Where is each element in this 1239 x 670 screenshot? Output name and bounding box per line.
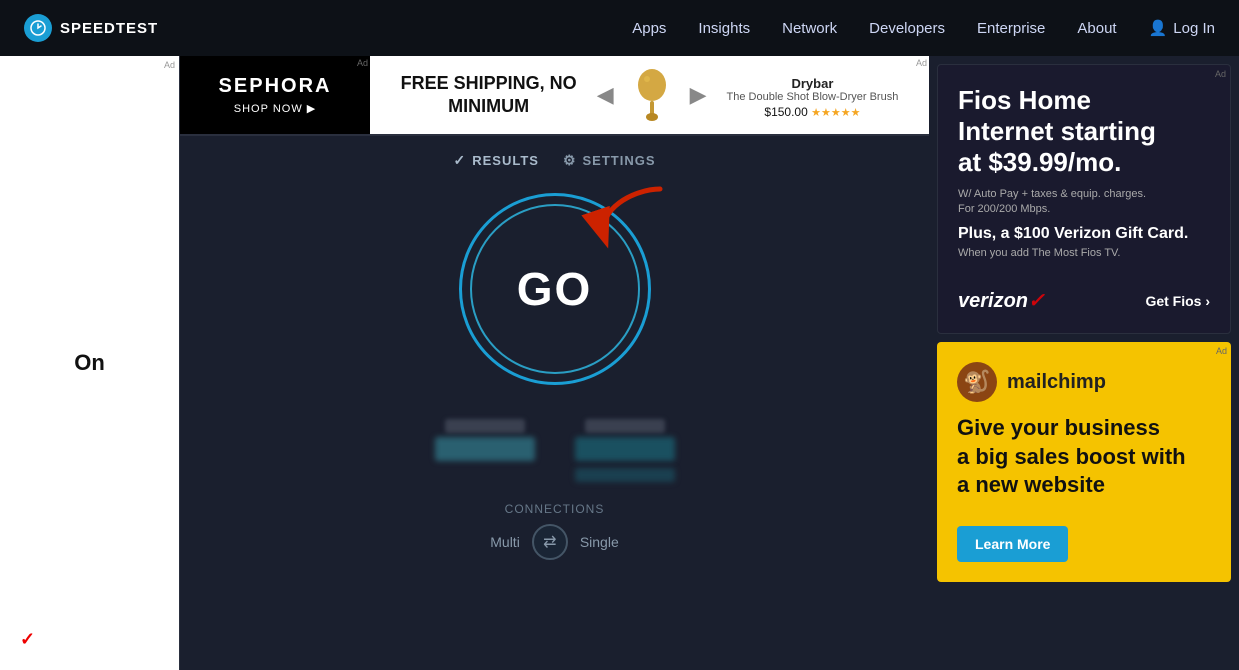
tab-settings[interactable]: ⚙ SETTINGS [563,152,656,169]
verizon-ad-label: Ad [1215,69,1226,79]
learn-more-button[interactable]: Learn More [957,526,1068,562]
sephora-subtitle: SHOP NOW ▶ [234,102,316,115]
mailchimp-monkey-icon: 🐒 [957,362,997,402]
verizon-gift: Plus, a $100 Verizon Gift Card. [958,225,1210,243]
stat-label-2 [585,419,665,433]
settings-icon: ⚙ [563,152,577,169]
toggle-button[interactable]: ⇄ [532,524,568,560]
login-button[interactable]: 👤 Log In [1149,19,1215,37]
verizon-check-area: ✓ [20,629,35,650]
stat-label-1 [445,419,525,433]
connections-label: Connections [505,502,605,516]
stat-value-2b [575,468,675,482]
single-label: Single [580,534,619,550]
nav-item-apps[interactable]: Apps [632,20,666,37]
nav-item-insights[interactable]: Insights [698,20,750,37]
nav-item-about[interactable]: About [1077,20,1116,37]
left-ad-panel: Ad On ✓ [0,56,180,670]
verizon-logo: verizon✓ [958,288,1045,313]
user-icon: 👤 [1149,19,1168,37]
login-label: Log In [1173,20,1215,37]
verizon-sub: W/ Auto Pay + taxes & equip. charges.For… [958,187,1210,218]
top-ads-banner: Ad SEPHORA SHOP NOW ▶ Ad FREE SHIPPING, … [180,56,929,136]
results-icon: ✓ [453,152,466,169]
hairdryer-image [634,65,670,125]
drybar-product-info: Drybar The Double Shot Blow-Dryer Brush … [727,72,899,119]
tab-results[interactable]: ✓ RESULTS [453,152,538,169]
right-ad-panel: Ad Fios HomeInternet startingat $39.99/m… [929,56,1239,670]
connections-area: Connections Multi ⇄ Single [490,502,618,560]
stat-value-2 [575,437,675,461]
multi-label: Multi [490,534,520,550]
drybar-product-desc: The Double Shot Blow-Dryer Brush [727,91,899,103]
tabs: ✓ RESULTS ⚙ SETTINGS [453,152,655,169]
drybar-shipping-text: FREE SHIPPING, NOMINIMUM [401,72,577,119]
layout: Ad On ✓ Ad SEPHORA SHOP NOW ▶ Ad FREE SH… [0,56,1239,670]
verizon-headline: Fios HomeInternet startingat $39.99/mo. [958,85,1210,179]
mailchimp-headline: Give your businessa big sales boost with… [957,414,1211,500]
connections-toggle: Multi ⇄ Single [490,524,618,560]
toggle-lines-icon: ⇄ [543,532,556,552]
logo-text: SPEEDTEST [60,20,158,37]
verizon-gift-sub: When you add The Most Fios TV. [958,247,1210,259]
stat-block-1 [435,419,535,482]
header: SPEEDTEST Apps Insights Network Develope… [0,0,1239,56]
mailchimp-brand-name: mailchimp [1007,371,1106,394]
sephora-ad: Ad SEPHORA SHOP NOW ▶ [180,56,370,134]
nav-item-network[interactable]: Network [782,20,837,37]
speedtest-logo-icon [24,14,52,42]
drybar-stars: ★★★★★ [811,107,860,119]
checkmark-icon: ✓ [20,629,35,650]
drybar-price: $150.00 ★★★★★ [764,105,860,119]
nav: Apps Insights Network Developers Enterpr… [632,19,1215,37]
drybar-ad: Ad FREE SHIPPING, NOMINIMUM ◀ ▶ Drybar T… [370,56,929,134]
nav-item-enterprise[interactable]: Enterprise [977,20,1045,37]
tab-settings-label: SETTINGS [583,153,656,168]
verizon-ad: Ad Fios HomeInternet startingat $39.99/m… [937,64,1231,334]
sephora-title: SEPHORA [219,75,332,98]
right-arrow-icon: ▶ [690,82,707,108]
speedtest-area: ✓ RESULTS ⚙ SETTINGS GO [180,136,929,670]
main-content: Ad SEPHORA SHOP NOW ▶ Ad FREE SHIPPING, … [180,56,929,670]
stat-value-1 [435,437,535,461]
go-arrow [575,179,675,269]
drybar-ad-label: Ad [916,58,927,68]
logo-area: SPEEDTEST [24,14,158,42]
left-arrow-icon: ◀ [597,82,614,108]
get-fios-button[interactable]: Get Fios › [1145,293,1210,309]
sephora-ad-label: Ad [357,58,368,68]
nav-item-developers[interactable]: Developers [869,20,945,37]
get-fios-label: Get Fios › [1145,293,1210,309]
left-ad-label: Ad [164,60,175,70]
tab-results-label: RESULTS [472,153,539,168]
mailchimp-ad: Ad 🐒 mailchimp Give your businessa big s… [937,342,1231,582]
stats-row [435,419,675,482]
go-button-container: GO [455,189,655,389]
mailchimp-header: 🐒 mailchimp [957,362,1211,402]
drybar-brand-name: Drybar [791,76,833,91]
stat-block-2 [575,419,675,482]
go-button-text: GO [517,262,593,316]
left-ad-text: On [74,350,105,376]
mailchimp-ad-label: Ad [1216,346,1227,356]
verizon-footer: verizon✓ Get Fios › [958,288,1210,313]
